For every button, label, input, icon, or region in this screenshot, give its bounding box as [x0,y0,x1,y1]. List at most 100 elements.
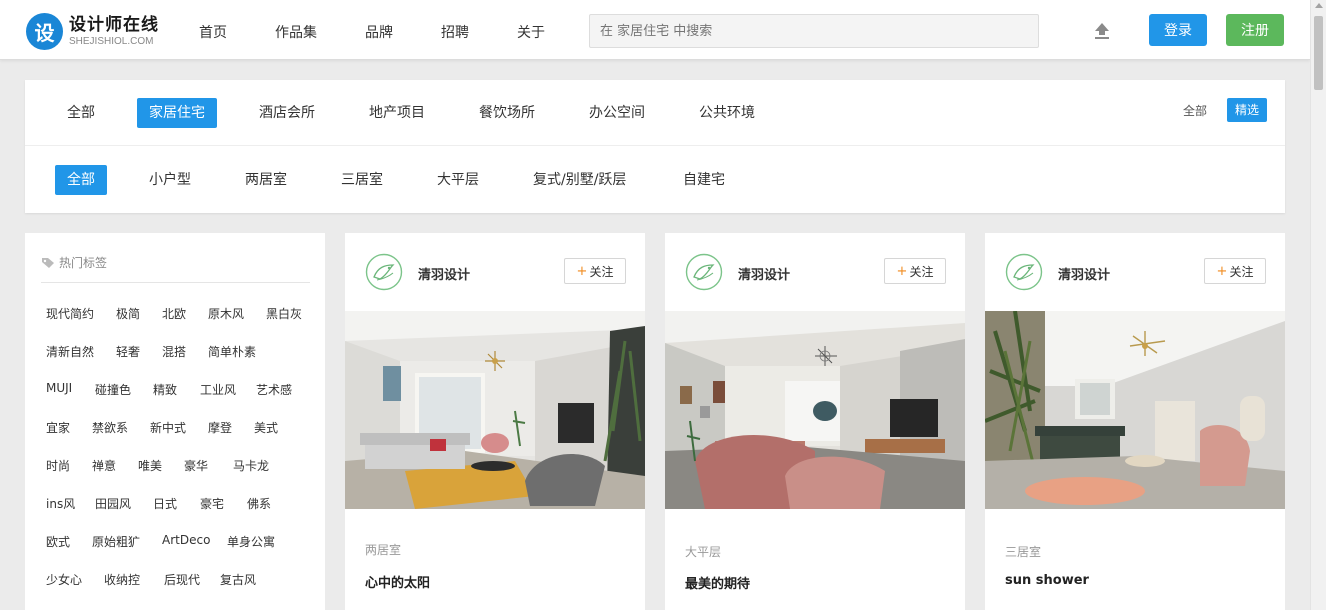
hot-tag[interactable]: 原木风 [208,305,244,322]
hot-tag[interactable]: ins风 [46,495,75,512]
project-cover-image[interactable] [985,311,1285,509]
scroll-thumb[interactable] [1314,16,1323,90]
project-cover-image[interactable] [345,311,645,509]
register-button[interactable]: 注册 [1226,14,1284,46]
sub-category-three-bedroom[interactable]: 三居室 [329,165,395,195]
logo-domain: SHEJISHIOL.COM [69,35,154,47]
hot-tag[interactable]: 摩登 [208,419,232,436]
sub-category-all[interactable]: 全部 [55,165,107,195]
designer-avatar[interactable] [365,253,403,291]
hot-tag[interactable]: 北欧 [162,305,186,322]
category-filter-panel: 全部 家居住宅 酒店会所 地产项目 餐饮场所 办公空间 公共环境 全部 精选 全… [25,80,1285,213]
filter-featured[interactable]: 精选 [1227,98,1268,122]
sub-category-villa[interactable]: 复式/别墅/跃层 [521,165,638,195]
hot-tag[interactable]: 禅意 [92,457,116,474]
hot-tag[interactable]: 黑白灰 [266,305,302,322]
nav-about[interactable]: 关于 [517,22,545,42]
hot-tags-sidebar: 热门标签 现代简约 极简 北欧 原木风 黑白灰清新自然 轻奢 混搭 简单朴素 MUJI 碰撞色 精致… [25,233,325,610]
logo-badge: 设 [26,13,63,50]
hot-tag[interactable]: 佛系 [247,495,271,512]
category-public[interactable]: 公共环境 [687,98,767,128]
hot-tag[interactable]: 禁欲系 [92,419,128,436]
designer-name[interactable]: 清羽设计 [738,264,790,283]
category-dining[interactable]: 餐饮场所 [467,98,547,128]
hot-tag[interactable]: 原始粗犷 [92,533,140,550]
hot-tag[interactable]: 新中式 [150,419,186,436]
designer-avatar[interactable] [685,253,723,291]
hot-tag[interactable]: 美式 [254,419,278,436]
hot-tag[interactable]: 少女心 [46,571,82,588]
category-hotel-club[interactable]: 酒店会所 [247,98,327,128]
hot-tag[interactable]: 豪宅 [200,495,224,512]
logo-name: 设计师在线 [69,14,159,35]
tag-icon [42,257,54,268]
designer-name[interactable]: 清羽设计 [418,264,470,283]
hot-tag[interactable]: 清新自然 [46,343,94,360]
main-category-row: 全部 家居住宅 酒店会所 地产项目 餐饮场所 办公空间 公共环境 全部 精选 [25,80,1285,146]
nav-jobs[interactable]: 招聘 [441,22,469,42]
sub-category-flat[interactable]: 大平层 [425,165,491,195]
page-scrollbar[interactable] [1310,0,1326,610]
category-residential[interactable]: 家居住宅 [137,98,217,128]
top-header: 设 设计师在线 SHEJISHIOL.COM 首页 作品集 品牌 招聘 关于 登… [0,0,1310,60]
filter-all[interactable]: 全部 [1183,102,1207,119]
project-card[interactable]: 清羽设计 + 关注 大平层 最美的期待 [665,233,965,610]
project-card[interactable]: 清羽设计 + 关注 两居室 心中的太阳 [345,233,645,610]
plus-icon: + [1216,263,1228,279]
sub-category-self-built[interactable]: 自建宅 [671,165,737,195]
category-all[interactable]: 全部 [55,98,107,128]
plus-icon: + [576,263,588,279]
category-office[interactable]: 办公空间 [577,98,657,128]
hot-tag[interactable]: 田园风 [95,495,131,512]
login-button[interactable]: 登录 [1149,14,1207,46]
designer-name[interactable]: 清羽设计 [1058,264,1110,283]
hot-tag[interactable]: 现代简约 [46,305,94,322]
upload-icon[interactable] [1093,22,1111,40]
hot-tag[interactable]: 混搭 [162,343,186,360]
designer-avatar[interactable] [1005,253,1043,291]
site-logo[interactable]: 设 设计师在线 SHEJISHIOL.COM [26,13,159,50]
nav-portfolio[interactable]: 作品集 [275,22,317,42]
hot-tag[interactable]: 单身公寓 [227,533,275,550]
search-input[interactable] [589,14,1039,48]
hot-tag[interactable]: 唯美 [138,457,162,474]
hot-tag[interactable]: 工业风 [200,381,236,398]
hot-tag[interactable]: 马卡龙 [233,457,269,474]
hot-tag[interactable]: 碰撞色 [95,381,131,398]
plus-icon: + [896,263,908,279]
follow-button[interactable]: + 关注 [1204,258,1266,284]
hot-tag[interactable]: 日式 [153,495,177,512]
project-title[interactable]: 最美的期待 [685,573,750,592]
hot-tag[interactable]: 复古风 [220,571,256,588]
nav-home[interactable]: 首页 [199,22,227,42]
hot-tag[interactable]: 极简 [116,305,140,322]
follow-button[interactable]: + 关注 [564,258,626,284]
hot-tags-title: 热门标签 [59,256,108,270]
hot-tag[interactable]: ArtDeco [162,533,210,547]
project-title[interactable]: 心中的太阳 [365,572,430,591]
hot-tag[interactable]: 时尚 [46,457,70,474]
follow-button[interactable]: + 关注 [884,258,946,284]
nav-brand[interactable]: 品牌 [365,22,393,42]
sub-category-two-bedroom[interactable]: 两居室 [233,165,299,195]
project-category: 三居室 [1005,545,1042,559]
hot-tag[interactable]: 宜家 [46,419,70,436]
category-real-estate[interactable]: 地产项目 [357,98,437,128]
project-card[interactable]: 清羽设计 + 关注 三居室 sun shower [985,233,1285,610]
hot-tag[interactable]: 后现代 [164,571,200,588]
hot-tag[interactable]: 轻奢 [116,343,140,360]
project-category: 大平层 [685,545,722,559]
project-category: 两居室 [365,543,402,557]
hot-tag[interactable]: 艺术感 [256,381,292,398]
hot-tag[interactable]: MUJI [46,381,72,395]
divider [41,282,310,283]
project-cover-image[interactable] [665,311,965,509]
hot-tag[interactable]: 豪华 [184,457,208,474]
hot-tag[interactable]: 精致 [153,381,177,398]
sub-category-small[interactable]: 小户型 [137,165,203,195]
hot-tag[interactable]: 简单朴素 [208,343,256,360]
scroll-up-arrow-icon[interactable] [1315,3,1323,8]
project-title[interactable]: sun shower [1005,573,1089,588]
hot-tag[interactable]: 欧式 [46,533,70,550]
hot-tag[interactable]: 收纳控 [104,571,140,588]
